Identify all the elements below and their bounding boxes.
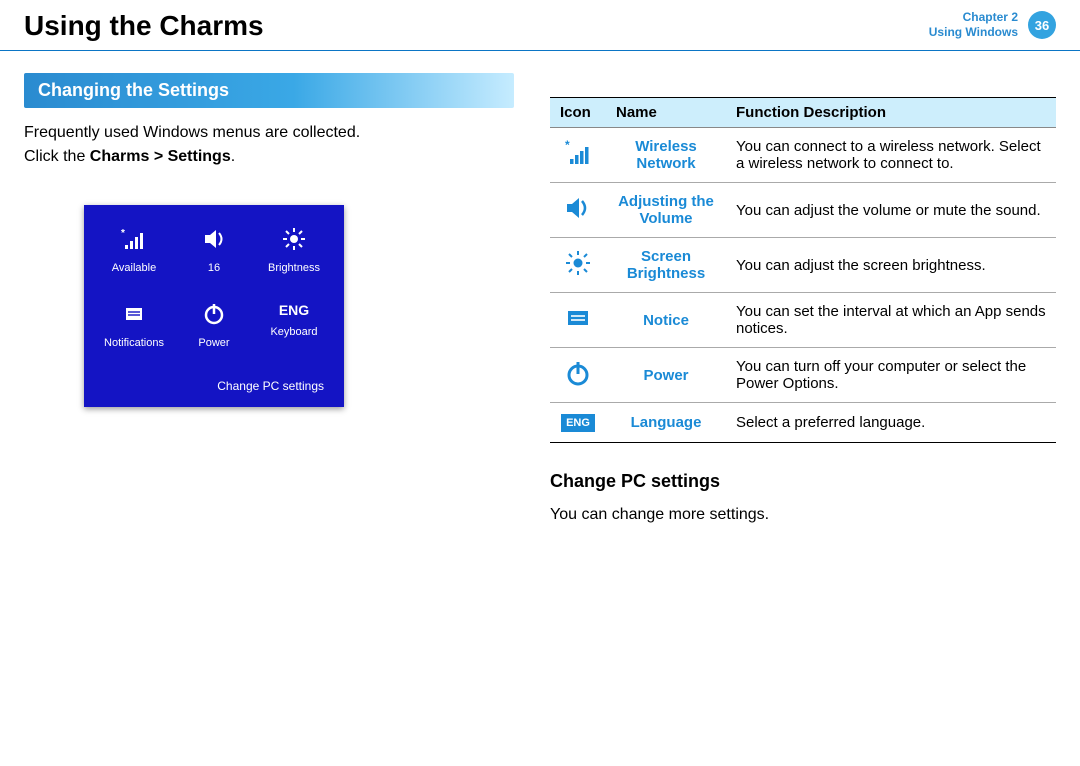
speaker-icon <box>199 227 229 251</box>
th-icon: Icon <box>550 98 606 128</box>
table-row: Screen Brightness You can adjust the scr… <box>550 238 1056 293</box>
th-desc: Function Description <box>726 98 1056 128</box>
wifi-signal-icon: * <box>119 227 149 251</box>
language-chip-icon: ENG <box>561 414 595 432</box>
notifications-icon <box>562 307 594 329</box>
desc-cell: You can turn off your computer or select… <box>726 348 1056 403</box>
intro-text-2: Click the Charms > Settings. <box>24 146 514 168</box>
subsection-text: You can change more settings. <box>550 504 1056 526</box>
charms-settings-panel: * Available 16 <box>84 205 344 407</box>
th-name: Name <box>606 98 726 128</box>
notifications-icon <box>119 302 149 326</box>
speaker-icon <box>562 195 594 221</box>
desc-cell: You can adjust the volume or mute the so… <box>726 183 1056 238</box>
table-row: Notice You can set the interval at which… <box>550 293 1056 348</box>
svg-text:*: * <box>121 228 125 239</box>
wifi-signal-icon: * <box>562 140 594 166</box>
subsection-heading: Change PC settings <box>550 471 1056 492</box>
section-heading: Changing the Settings <box>24 73 514 108</box>
table-row: ENG Language Select a preferred language… <box>550 403 1056 443</box>
power-icon <box>562 359 594 387</box>
desc-cell: Select a preferred language. <box>726 403 1056 443</box>
table-row: * Wireless Network You can connect to a … <box>550 128 1056 183</box>
tile-wifi[interactable]: * Available <box>96 227 172 274</box>
tile-keyboard[interactable]: ENG Keyboard <box>256 302 332 349</box>
table-row: Adjusting the Volume You can adjust the … <box>550 183 1056 238</box>
intro-text-1: Frequently used Windows menus are collec… <box>24 122 514 144</box>
desc-cell: You can set the interval at which an App… <box>726 293 1056 348</box>
desc-cell: You can adjust the screen brightness. <box>726 238 1056 293</box>
tile-notifications[interactable]: Notifications <box>96 302 172 349</box>
settings-table: Icon Name Function Description * <box>550 97 1056 443</box>
tile-brightness[interactable]: Brightness <box>256 227 332 274</box>
language-code-icon: ENG <box>256 302 332 318</box>
brightness-icon <box>279 227 309 251</box>
desc-cell: You can connect to a wireless network. S… <box>726 128 1056 183</box>
power-icon <box>199 302 229 326</box>
page-title: Using the Charms <box>24 10 264 42</box>
charms-settings-path: Charms > Settings <box>90 148 231 165</box>
page-header: Using the Charms Chapter 2 Using Windows… <box>0 0 1080 51</box>
change-pc-settings-link[interactable]: Change PC settings <box>96 379 332 393</box>
chapter-indicator: Chapter 2 Using Windows 36 <box>929 10 1056 40</box>
chapter-line-1: Chapter 2 <box>929 10 1018 25</box>
tile-volume[interactable]: 16 <box>176 227 252 274</box>
svg-text:*: * <box>565 140 570 152</box>
page-number-badge: 36 <box>1028 11 1056 39</box>
brightness-icon <box>562 250 594 276</box>
chapter-line-2: Using Windows <box>929 25 1018 40</box>
table-row: Power You can turn off your computer or … <box>550 348 1056 403</box>
tile-power[interactable]: Power <box>176 302 252 349</box>
